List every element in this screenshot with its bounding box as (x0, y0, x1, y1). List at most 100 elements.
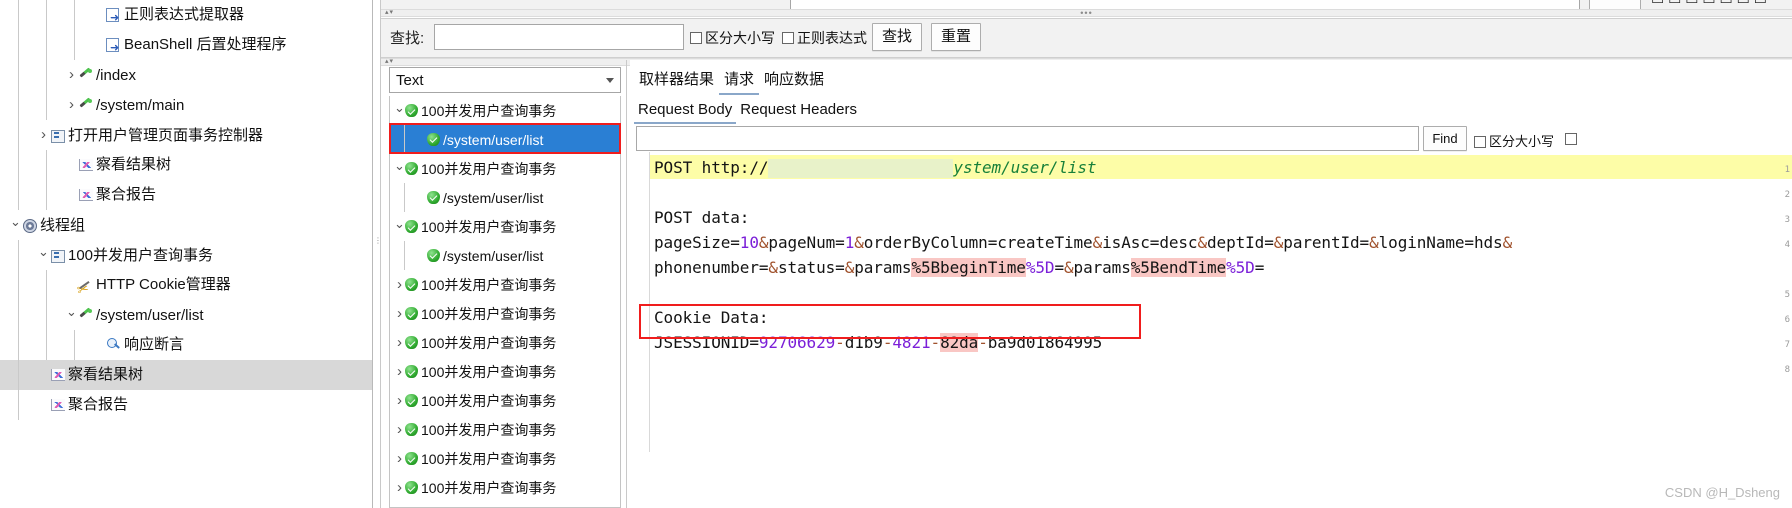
tree-item-label: /system/main (96, 97, 185, 114)
chevron-right-icon[interactable] (66, 60, 77, 92)
chevron-right-icon[interactable] (394, 473, 405, 504)
success-shield-icon (405, 220, 418, 233)
code-token: & (1369, 233, 1379, 252)
subtab-1[interactable]: Request Headers (736, 99, 861, 122)
tree-item[interactable]: 100并发用户查询事务 (0, 240, 372, 270)
result-tree-row[interactable]: 100并发用户查询事务 (390, 473, 620, 502)
result-tree-row[interactable]: 100并发用户查询事务 (390, 212, 620, 241)
tree-item[interactable]: 聚合报告 (0, 390, 372, 420)
tree-item-label: 聚合报告 (96, 186, 157, 204)
tree-item[interactable]: /index (0, 60, 372, 90)
result-tree-row[interactable]: 100并发用户查询事务 (390, 154, 620, 183)
divider-collapse-arrows-middle[interactable]: ▴▾ (385, 58, 394, 66)
checkbox-box[interactable] (690, 32, 702, 45)
result-tree-row[interactable]: 100并发用户查询事务 (390, 328, 620, 357)
tree-guide-line (46, 270, 47, 300)
body-find-button[interactable]: Find (1423, 126, 1467, 151)
line-number: 8 (1784, 365, 1790, 375)
body-search-input[interactable] (636, 126, 1419, 151)
results-splitter[interactable] (626, 60, 627, 508)
checkbox-box[interactable] (1565, 132, 1577, 145)
request-body-viewer[interactable]: 1 POST http:// ystem/user/list 2 3 POST data:… (636, 152, 1792, 452)
left-splitter-grip[interactable]: ⋮ (374, 237, 382, 264)
subtab-0[interactable]: Request Body (634, 99, 737, 124)
chevron-right-icon[interactable] (38, 120, 49, 152)
code-line[interactable]: POST http:// ystem/user/list (654, 158, 1097, 178)
chevron-down-icon[interactable] (10, 210, 21, 242)
http-sampler-icon (77, 307, 94, 323)
tree-item[interactable]: 察看结果树 (0, 150, 372, 180)
chevron-down-icon[interactable] (606, 78, 614, 83)
chevron-down-icon[interactable] (66, 300, 77, 332)
tree-guide-line (46, 330, 47, 360)
sampler-detail-tabs[interactable]: 取样器结果 请求 响应数据 (634, 66, 829, 95)
chevron-right-icon[interactable] (394, 270, 405, 301)
results-tree[interactable]: 100并发用户查询事务/system/user/list 100并发用户查询事务 /… (389, 96, 621, 508)
code-token: & (1064, 258, 1074, 277)
tree-item[interactable]: 线程组 (0, 210, 372, 240)
checkbox-box[interactable] (782, 32, 794, 45)
success-shield-icon (427, 190, 440, 204)
result-tree-row[interactable]: 100并发用户查询事务 (390, 415, 620, 444)
tree-item[interactable]: /system/user/list (0, 300, 372, 330)
result-tree-row[interactable]: /system/user/list (390, 241, 620, 270)
code-token: pageSize= (654, 233, 740, 252)
regex-checkbox[interactable]: 正则表达式 (782, 28, 867, 48)
tab-0[interactable]: 取样器结果 (634, 66, 719, 93)
code-line[interactable]: JSESSIONID=92706629-d1b9-4821-82da-ba9d0… (654, 333, 1102, 352)
divider-collapse-arrows-top[interactable]: ▴▾ (385, 9, 394, 17)
success-shield-icon (405, 307, 418, 320)
code-token: ba9d01864995 (987, 333, 1103, 352)
chevron-right-icon[interactable] (394, 299, 405, 330)
tree-item[interactable]: HTTP Cookie管理器 (0, 270, 372, 300)
tree-item[interactable]: 正则表达式提取器 (0, 0, 372, 33)
chevron-right-icon[interactable] (394, 328, 405, 359)
tree-item[interactable]: 察看结果树 (0, 360, 372, 390)
code-line[interactable]: POST data: (654, 208, 749, 227)
chevron-right-icon[interactable] (66, 90, 77, 122)
code-token: - (835, 333, 845, 352)
chevron-down-icon[interactable] (394, 212, 405, 243)
tab-2[interactable]: 响应数据 (759, 66, 829, 93)
result-tree-row[interactable]: 100并发用户查询事务 (390, 444, 620, 473)
render-format-combo[interactable]: Text (389, 67, 621, 93)
case-sensitive-checkbox[interactable]: 区分大小写 (690, 28, 775, 48)
find-button[interactable]: 查找 (872, 23, 922, 51)
chevron-right-icon[interactable] (394, 386, 405, 417)
code-line[interactable]: pageSize=10&pageNum=1&orderByColumn=crea… (654, 233, 1512, 252)
code-token: params (1073, 258, 1131, 277)
results-tree-splitter-grip[interactable]: ⋮ (622, 253, 631, 262)
result-tree-row[interactable]: 100并发用户查询事务 (390, 270, 620, 299)
tree-item[interactable]: BeanShell 后置处理程序 (0, 30, 372, 63)
result-tree-row[interactable]: 100并发用户查询事务 (390, 386, 620, 415)
chevron-down-icon[interactable] (38, 240, 49, 272)
tree-item[interactable]: 聚合报告 (0, 180, 372, 210)
code-token: %5D (1025, 258, 1055, 277)
result-tree-row[interactable]: /system/user/list (390, 125, 620, 154)
tab-1[interactable]: 请求 (719, 66, 760, 95)
find-input[interactable] (434, 24, 684, 50)
reset-button[interactable]: 重置 (931, 23, 981, 51)
result-tree-row[interactable]: /system/user/list (390, 183, 620, 212)
request-subtabs[interactable]: Request Body Request Headers (634, 99, 861, 125)
chevron-down-icon[interactable] (394, 96, 405, 127)
result-tree-row[interactable]: 100并发用户查询事务 (390, 96, 620, 125)
checkbox-box[interactable] (1474, 135, 1486, 148)
result-tree-row[interactable]: 100并发用户查询事务 (390, 299, 620, 328)
tree-item[interactable]: /system/main (0, 90, 372, 120)
tree-item[interactable]: 响应断言 (0, 330, 372, 360)
test-plan-tree[interactable]: 正则表达式提取器 BeanShell 后置处理程序/index/system/ma… (0, 0, 372, 508)
code-line[interactable]: phonenumber=&status=&params%5BbeginTime%… (654, 258, 1264, 277)
panel-divider-top[interactable]: ••• (381, 9, 1792, 18)
left-splitter[interactable] (372, 0, 373, 508)
chevron-right-icon[interactable] (394, 444, 405, 475)
tree-item[interactable]: 打开用户管理页面事务控制器 (0, 120, 372, 150)
code-line[interactable]: Cookie Data: (654, 308, 769, 327)
result-tree-row[interactable]: 100并发用户查询事务 (390, 357, 620, 386)
chevron-down-icon[interactable] (394, 154, 405, 185)
body-extra-checkbox[interactable] (1565, 131, 1580, 146)
chevron-right-icon[interactable] (394, 415, 405, 446)
success-shield-icon (405, 452, 418, 465)
body-case-sensitive-checkbox[interactable]: 区分大小写 (1474, 131, 1554, 150)
chevron-right-icon[interactable] (394, 357, 405, 388)
